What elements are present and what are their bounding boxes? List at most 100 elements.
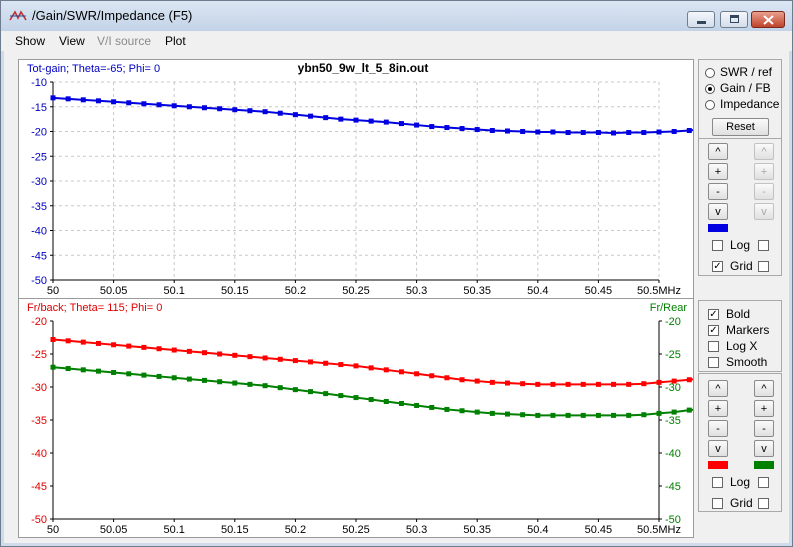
bottom-right-grid-checkbox[interactable] xyxy=(758,498,769,509)
top-scale-group: ^ ^ + + - - v v Log ✓ Grid xyxy=(698,138,782,276)
markers-checkbox[interactable]: ✓ xyxy=(708,325,719,336)
minimize-button[interactable] xyxy=(687,11,715,28)
reset-button[interactable]: Reset xyxy=(712,118,769,136)
top-right-scale-up-button[interactable]: ^ xyxy=(754,143,774,160)
y-tick-label: -40 xyxy=(31,448,47,460)
data-point xyxy=(171,347,177,353)
data-point xyxy=(535,129,541,135)
bottom-right-scale-down-button[interactable]: v xyxy=(754,440,774,457)
data-point xyxy=(156,102,162,108)
top-right-scale-plus-button[interactable]: + xyxy=(754,163,774,180)
data-point xyxy=(429,124,435,130)
gain-fb-radio[interactable] xyxy=(705,84,715,94)
x-tick-label: 50.3 xyxy=(406,524,427,536)
data-point xyxy=(80,339,86,345)
front-back-color-swatch[interactable] xyxy=(708,461,728,469)
gain-color-swatch[interactable] xyxy=(708,224,728,232)
top-right-grid-checkbox[interactable] xyxy=(758,261,769,272)
bottom-scale-minus-button[interactable]: - xyxy=(708,420,728,437)
menu-view[interactable]: View xyxy=(59,34,85,48)
data-point xyxy=(217,379,223,385)
y-tick-label: -20 xyxy=(31,127,47,139)
data-point xyxy=(444,375,450,381)
top-log-checkbox[interactable] xyxy=(712,240,723,251)
data-point xyxy=(641,381,647,387)
data-point xyxy=(50,364,56,370)
front-back-chart: -20 -20-25 -25-30 -30-35 -35-40 -40-45 -45-50-… xyxy=(27,302,783,536)
bold-checkbox[interactable]: ✓ xyxy=(708,309,719,320)
data-point xyxy=(141,372,147,378)
title-bar[interactable]: /Gain/SWR/Impedance (F5) xyxy=(1,1,792,31)
top-grid-checkbox[interactable]: ✓ xyxy=(712,261,723,272)
data-point xyxy=(489,379,495,385)
data-point xyxy=(459,377,465,383)
y-tick-label: -10 xyxy=(31,77,47,89)
data-point xyxy=(247,354,253,360)
data-point xyxy=(398,401,404,406)
top-scale-up-button[interactable]: ^ xyxy=(708,143,728,160)
bottom-scale-up-button[interactable]: ^ xyxy=(708,380,728,397)
smooth-checkbox[interactable] xyxy=(708,357,719,368)
data-point xyxy=(65,96,71,102)
top-right-log-checkbox[interactable] xyxy=(758,240,769,251)
bottom-right-scale-plus-button[interactable]: + xyxy=(754,400,774,417)
bottom-scale-down-button[interactable]: v xyxy=(708,440,728,457)
data-point xyxy=(277,356,283,362)
data-point xyxy=(626,412,632,418)
markers-label: Markers xyxy=(726,323,770,337)
data-point xyxy=(308,359,314,365)
menu-vi-source[interactable]: V/I source xyxy=(97,34,151,48)
top-right-scale-down-button[interactable]: v xyxy=(754,203,774,220)
minimize-icon xyxy=(697,21,706,24)
close-icon xyxy=(763,15,774,25)
data-point xyxy=(80,97,86,103)
bottom-log-checkbox[interactable] xyxy=(712,477,723,488)
log-x-checkbox[interactable] xyxy=(708,341,719,352)
bottom-right-scale-up-button[interactable]: ^ xyxy=(754,380,774,397)
maximize-button[interactable] xyxy=(720,11,748,28)
impedance-radio[interactable] xyxy=(705,100,715,110)
x-tick-label: 50.1 xyxy=(163,524,184,536)
data-point xyxy=(111,342,117,348)
data-point xyxy=(202,105,207,111)
gain-plot: -10 -15 -20 -25 -30 -35 -40 -45 -50 50 50.05 50.1 50… xyxy=(18,59,783,299)
y-tick-label-right: -35 xyxy=(665,415,681,427)
data-point xyxy=(95,98,101,104)
menu-show[interactable]: Show xyxy=(15,34,45,48)
data-point xyxy=(247,381,253,387)
data-point xyxy=(550,412,556,418)
top-scale-down-button[interactable]: v xyxy=(708,203,728,220)
x-tick-label: 50.45 xyxy=(585,524,613,536)
y-tick-label: -20 xyxy=(31,316,47,328)
data-point xyxy=(292,112,298,118)
menu-bar: Show View V/I source Plot xyxy=(1,31,792,51)
bottom-right-log-checkbox[interactable] xyxy=(758,477,769,488)
bottom-grid-checkbox[interactable] xyxy=(712,498,723,509)
x-tick-label: 50.2 xyxy=(285,285,306,297)
data-point xyxy=(505,411,510,417)
y-tick-label: -50 xyxy=(31,275,47,287)
data-point xyxy=(550,129,556,135)
data-point xyxy=(656,129,662,135)
data-point xyxy=(595,129,601,135)
bottom-right-scale-minus-button[interactable]: - xyxy=(754,420,774,437)
data-point xyxy=(565,412,571,418)
top-right-scale-minus-button[interactable]: - xyxy=(754,183,774,200)
close-button[interactable] xyxy=(751,11,785,28)
data-point xyxy=(308,113,314,119)
data-point xyxy=(641,412,647,418)
top-scale-minus-button[interactable]: - xyxy=(708,183,728,200)
data-point xyxy=(126,100,132,106)
swr-ref-radio[interactable] xyxy=(705,68,715,78)
x-tick-label: 50 xyxy=(47,524,59,536)
data-point xyxy=(414,371,420,377)
data-point xyxy=(489,128,495,134)
bottom-scale-plus-button[interactable]: + xyxy=(708,400,728,417)
front-rear-color-swatch[interactable] xyxy=(754,461,774,469)
data-point xyxy=(171,375,177,381)
x-tick-label: 50 xyxy=(47,285,59,297)
top-scale-plus-button[interactable]: + xyxy=(708,163,728,180)
data-point xyxy=(323,391,329,397)
menu-plot[interactable]: Plot xyxy=(165,34,186,48)
data-point xyxy=(50,95,56,101)
